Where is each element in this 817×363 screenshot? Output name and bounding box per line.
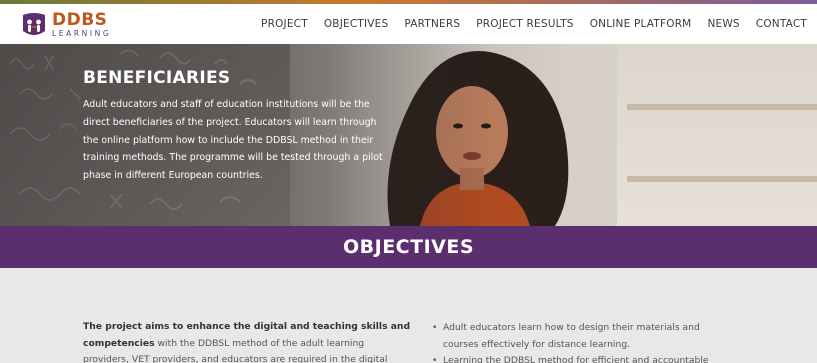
logo-sub-text: LEARNING — [52, 29, 112, 39]
nav-item-objectives[interactable]: OBJECTIVES — [324, 18, 389, 30]
objectives-band: OBJECTIVES — [0, 226, 817, 268]
hero-title: BENEFICIARIES — [83, 68, 231, 88]
nav-item-project[interactable]: PROJECT — [261, 18, 308, 30]
main-nav: PROJECT OBJECTIVES PARTNERS PROJECT RESU… — [245, 4, 807, 44]
objectives-content: The project aims to enhance the digital … — [0, 268, 817, 363]
nav-item-project-results[interactable]: PROJECT RESULTS — [476, 18, 573, 30]
nav-item-contact[interactable]: CONTACT — [756, 18, 807, 30]
nav-item-online-platform[interactable]: ONLINE PLATFORM — [590, 18, 692, 30]
hero-banner: BENEFICIARIES Adult educators and staff … — [0, 44, 817, 226]
site-logo[interactable]: DDBS LEARNING — [20, 10, 125, 40]
objectives-intro: The project aims to enhance the digital … — [83, 319, 413, 363]
list-item: Learning the DDBSL method for efficient … — [432, 353, 732, 363]
list-item: Adult educators learn how to design thei… — [432, 320, 732, 353]
logo-mark-icon — [20, 11, 48, 39]
objectives-heading: OBJECTIVES — [342, 236, 475, 258]
objectives-list: Adult educators learn how to design thei… — [432, 320, 732, 363]
hero-description: Adult educators and staff of education i… — [83, 99, 383, 182]
site-header: DDBS LEARNING PROJECT OBJECTIVES PARTNER… — [0, 4, 817, 44]
logo-main-text: DDBS — [52, 10, 108, 31]
nav-item-news[interactable]: NEWS — [707, 18, 739, 30]
nav-item-partners[interactable]: PARTNERS — [404, 18, 460, 30]
